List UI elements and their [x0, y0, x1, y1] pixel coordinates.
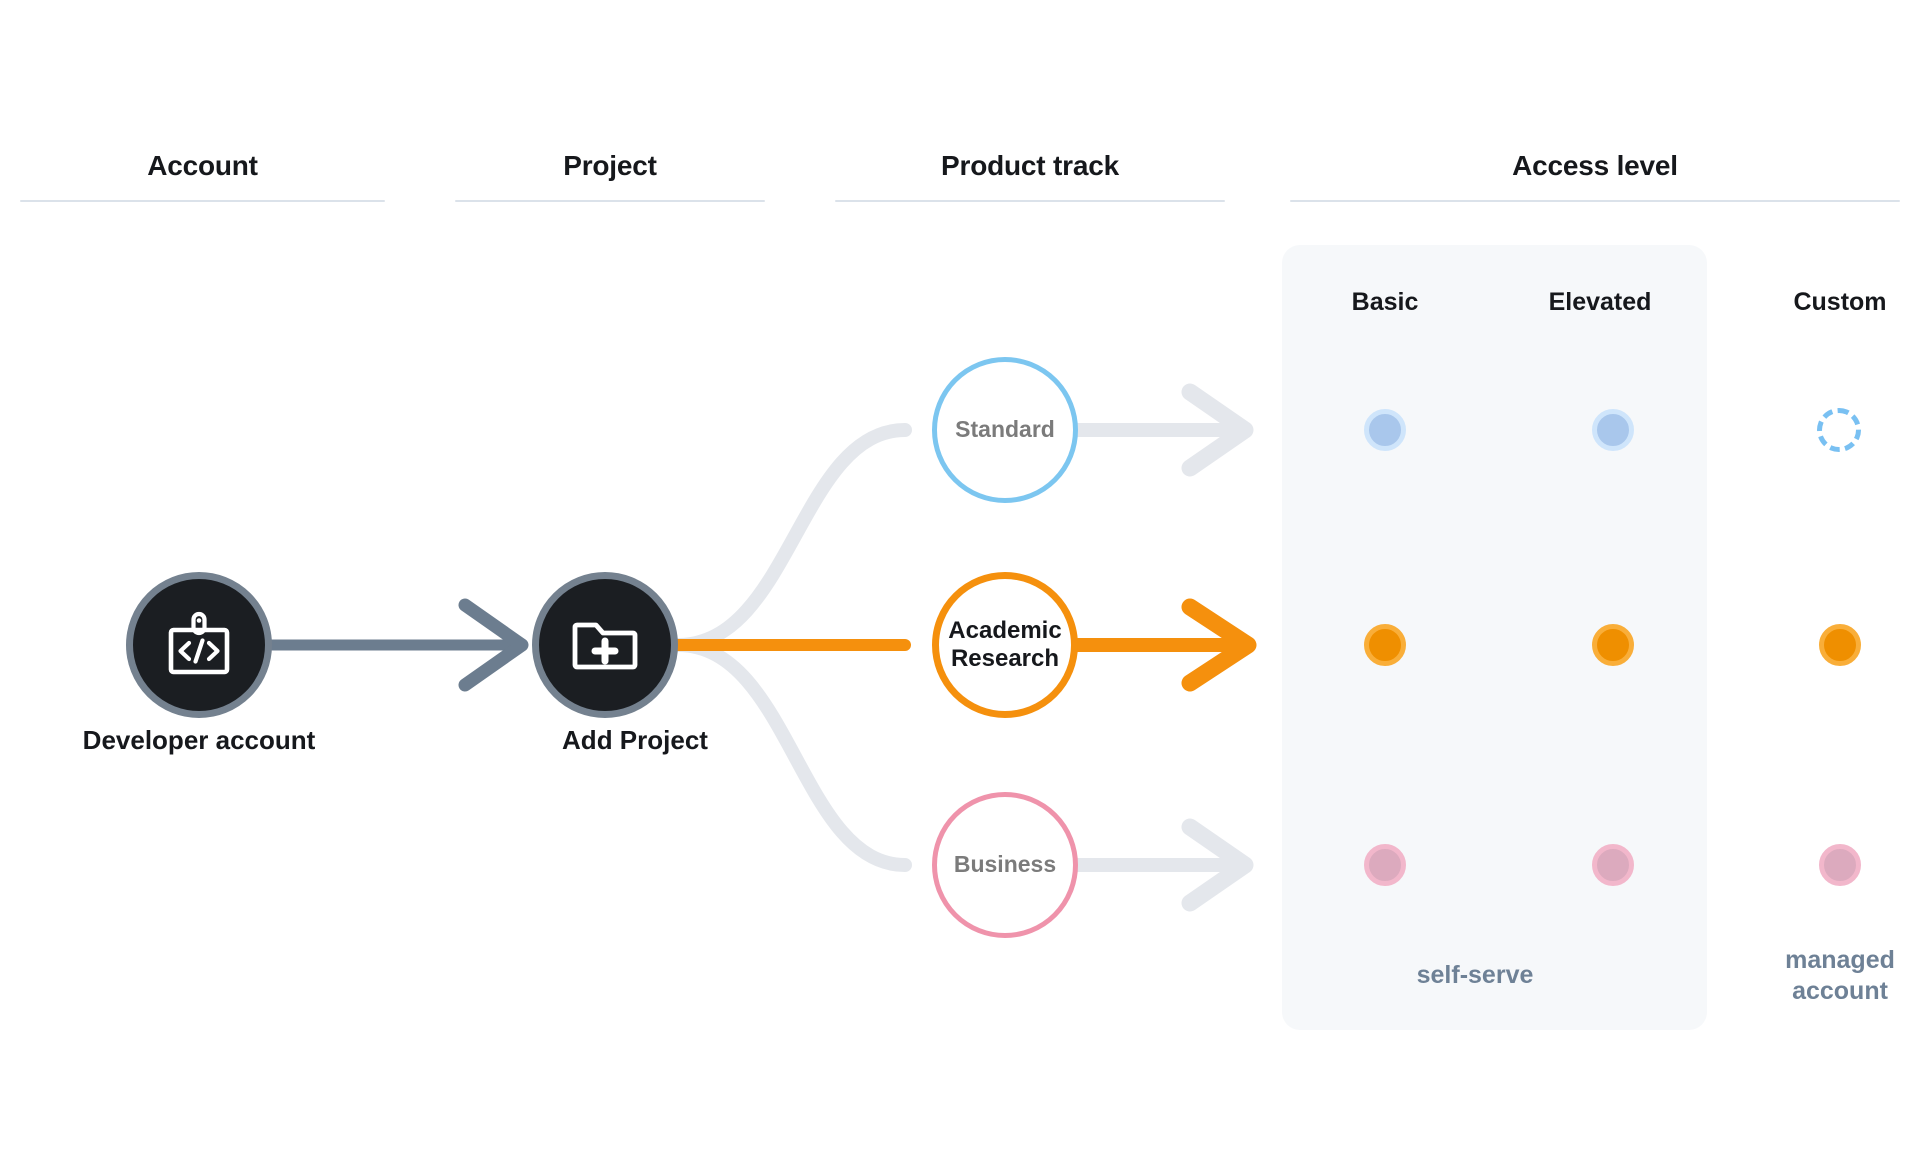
access-dot-standard-basic[interactable]: [1364, 409, 1406, 451]
access-dot-business-elevated[interactable]: [1592, 844, 1634, 886]
access-dot-academic-basic[interactable]: [1364, 624, 1406, 666]
column-title-project: Project: [563, 150, 657, 181]
column-rule-access-level: [1290, 200, 1900, 202]
column-rule-project: [455, 200, 765, 202]
id-badge-code-icon: [168, 611, 230, 675]
access-dot-business-basic[interactable]: [1364, 844, 1406, 886]
arrow-standard-to-access: [1048, 383, 1254, 477]
product-track-academic-research[interactable]: Academic Research: [932, 572, 1078, 718]
column-title-account: Account: [147, 150, 258, 181]
product-track-label-business: Business: [953, 851, 1057, 878]
node-add-project[interactable]: [532, 572, 678, 718]
arrow-developer-to-project: [266, 598, 529, 692]
access-dot-academic-elevated[interactable]: [1592, 624, 1634, 666]
product-track-label-standard: Standard: [955, 416, 1055, 443]
product-track-label-academic-research: Academic Research: [942, 617, 1067, 674]
product-track-standard[interactable]: Standard: [932, 357, 1078, 503]
access-dot-academic-custom[interactable]: [1819, 624, 1861, 666]
diagram-canvas: Account Project Product track Access lev…: [0, 0, 1920, 1157]
access-column-label-custom: Custom: [1793, 288, 1887, 316]
node-developer-account[interactable]: [126, 572, 272, 718]
managed-line-2: account: [1792, 976, 1888, 1005]
column-title-product-track: Product track: [941, 150, 1119, 181]
access-dot-standard-custom[interactable]: [1817, 408, 1861, 452]
access-level-panel: [1282, 245, 1707, 1030]
column-header-project: Project: [455, 150, 765, 202]
node-label-add-project: Add Project: [562, 725, 708, 755]
access-column-label-elevated: Elevated: [1548, 288, 1652, 316]
access-column-label-basic: Basic: [1351, 288, 1419, 316]
access-dot-business-custom[interactable]: [1819, 844, 1861, 886]
node-label-developer-account: Developer account: [82, 725, 316, 755]
column-title-access-level: Access level: [1512, 150, 1678, 181]
footer-label-self-serve: self-serve: [1416, 961, 1534, 989]
column-header-account: Account: [20, 150, 385, 202]
column-rule-product-track: [835, 200, 1225, 202]
column-header-access-level: Access level: [1290, 150, 1900, 202]
arrow-academic-to-access: [1048, 598, 1257, 692]
column-header-product-track: Product track: [835, 150, 1225, 202]
column-rule-account: [20, 200, 385, 202]
academic-line-1: Academic: [948, 616, 1062, 644]
footer-label-managed-account: managed account: [1742, 945, 1920, 1006]
branch-to-standard: [671, 423, 912, 652]
access-dot-standard-elevated[interactable]: [1592, 409, 1634, 451]
folder-plus-icon: [572, 622, 638, 670]
managed-line-1: managed: [1785, 946, 1895, 974]
arrow-business-to-access: [1048, 818, 1254, 912]
academic-line-2: Research: [950, 645, 1060, 672]
product-track-business[interactable]: Business: [932, 792, 1078, 938]
